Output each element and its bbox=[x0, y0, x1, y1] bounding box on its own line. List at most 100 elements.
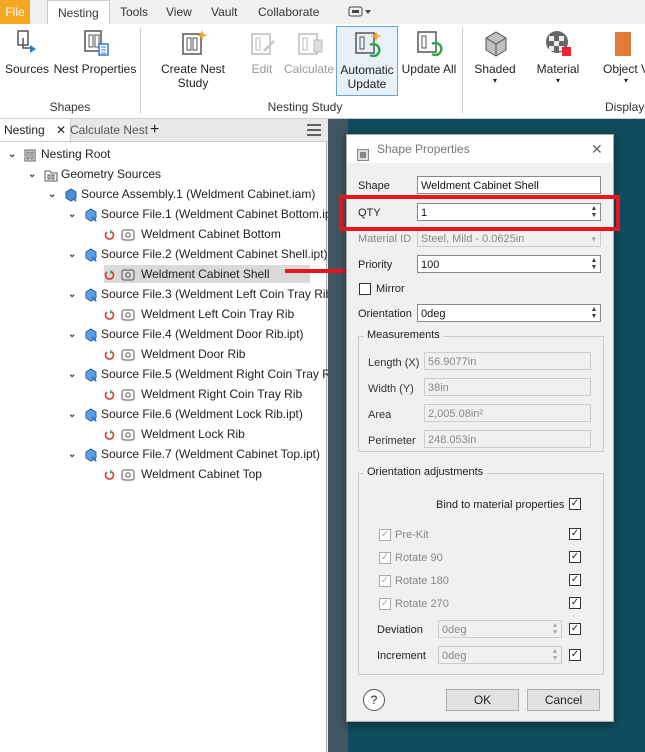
tab-nesting[interactable]: Nesting bbox=[47, 0, 110, 25]
tree-node-label: Weldment Right Coin Tray Rib bbox=[141, 387, 303, 401]
tree-node-shape[interactable]: Weldment Left Coin Tray Rib bbox=[104, 305, 294, 323]
qty-highlight-box bbox=[339, 195, 620, 231]
orientation-input[interactable]: 0deg ▲ ▼ bbox=[417, 304, 601, 322]
chevron-expanded-icon[interactable]: ⌄ bbox=[48, 190, 58, 200]
chevron-expanded-icon[interactable]: ⌄ bbox=[68, 410, 78, 420]
shaded-button[interactable]: Shaded ▾ bbox=[470, 28, 520, 85]
tree-node-source-file[interactable]: Source File.4 (Weldment Door Rib.ipt) bbox=[84, 325, 304, 343]
spinner-icon[interactable]: ▲ ▼ bbox=[589, 306, 599, 320]
shape-icon bbox=[104, 228, 138, 242]
priority-input[interactable]: 100 ▲ ▼ bbox=[417, 255, 601, 273]
chevron-expanded-icon[interactable]: ⌄ bbox=[28, 170, 38, 180]
deviation-input[interactable]: 0deg ▲ ▼ bbox=[438, 620, 562, 638]
tree-node-nesting-root[interactable]: Nesting Root bbox=[24, 145, 110, 163]
calculate-button[interactable]: Calculate bbox=[282, 28, 336, 76]
increment-bind-checkbox[interactable]: ✓ bbox=[569, 649, 581, 661]
calculate-icon bbox=[294, 28, 324, 58]
rotate90-checkbox[interactable]: ✓ bbox=[379, 552, 391, 564]
deviation-bind-checkbox[interactable]: ✓ bbox=[569, 623, 581, 635]
tree-node-shape[interactable]: Weldment Door Rib bbox=[104, 345, 245, 363]
tree-node-source-file[interactable]: Source File.2 (Weldment Cabinet Shell.ip… bbox=[84, 245, 328, 263]
tree-node-shape[interactable]: Weldment Right Coin Tray Rib bbox=[104, 385, 302, 403]
tree-node-label: Nesting Root bbox=[41, 147, 111, 161]
update-all-button[interactable]: Update All bbox=[399, 28, 459, 76]
spinner-icon[interactable]: ▲ ▼ bbox=[589, 257, 599, 271]
shape-label: Shape bbox=[358, 180, 390, 192]
node-icon bbox=[84, 288, 98, 302]
tab-view[interactable]: View bbox=[156, 0, 202, 24]
automatic-update-button[interactable]: Automatic Update bbox=[336, 26, 398, 96]
chevron-expanded-icon[interactable]: ⌄ bbox=[68, 210, 78, 220]
chevron-down-icon: ▾ bbox=[555, 76, 560, 85]
rotate270-checkbox[interactable]: ✓ bbox=[379, 598, 391, 610]
cancel-button[interactable]: Cancel bbox=[527, 689, 600, 711]
tree-node-shape[interactable]: Weldment Cabinet Shell bbox=[104, 265, 310, 283]
tree-node-source-file[interactable]: Source File.5 (Weldment Right Coin Tray … bbox=[84, 365, 353, 383]
mirror-checkbox[interactable] bbox=[359, 283, 371, 295]
edit-label: Edit bbox=[251, 62, 273, 76]
automatic-update-label: Automatic Update bbox=[340, 63, 394, 91]
tab-vault[interactable]: Vault bbox=[201, 0, 247, 24]
close-icon[interactable]: ✕ bbox=[591, 135, 603, 163]
sources-button[interactable]: Sources bbox=[4, 28, 50, 76]
prekit-bind-checkbox[interactable]: ✓ bbox=[569, 528, 581, 540]
orientation-adjustments-legend: Orientation adjustments bbox=[364, 466, 487, 478]
prekit-checkbox[interactable]: ✓ bbox=[379, 529, 391, 541]
create-nest-study-label: Create Nest Study bbox=[160, 62, 226, 90]
chevron-expanded-icon[interactable]: ⌄ bbox=[68, 290, 78, 300]
tree-node-shape[interactable]: Weldment Cabinet Bottom bbox=[104, 225, 281, 243]
rotate180-checkbox[interactable]: ✓ bbox=[379, 575, 391, 587]
tree-node-label: Source File.2 (Weldment Cabinet Shell.ip… bbox=[101, 247, 328, 261]
increment-label: Increment bbox=[377, 650, 426, 662]
create-nest-study-button[interactable]: Create Nest Study bbox=[144, 28, 242, 90]
tree-node-source-file[interactable]: Source File.3 (Weldment Left Coin Tray R… bbox=[84, 285, 352, 303]
tree-node-source-assembly[interactable]: Source Assembly.1 (Weldment Cabinet.iam) bbox=[64, 185, 315, 203]
spinner-icon[interactable]: ▲ ▼ bbox=[550, 648, 560, 662]
help-button[interactable]: ? bbox=[363, 689, 385, 711]
tree-node-source-file[interactable]: Source File.1 (Weldment Cabinet Bottom.i… bbox=[84, 205, 339, 223]
edit-button[interactable]: Edit bbox=[244, 28, 280, 76]
ribbon-separator bbox=[140, 28, 141, 114]
tree-node-shape[interactable]: Weldment Lock Rib bbox=[104, 425, 245, 443]
chevron-expanded-icon[interactable]: ⌄ bbox=[8, 150, 18, 160]
perimeter-label: Perimeter bbox=[368, 435, 416, 447]
nest-properties-button[interactable]: Nest Properties bbox=[52, 28, 138, 76]
tree-node-geometry-sources[interactable]: Geometry Sources bbox=[44, 165, 161, 183]
ok-button[interactable]: OK bbox=[446, 689, 519, 711]
rotate180-bind-checkbox[interactable]: ✓ bbox=[569, 574, 581, 586]
bind-material-checkbox[interactable]: ✓ bbox=[569, 498, 581, 510]
tab-nesting-browser[interactable]: Nesting ✕ bbox=[0, 119, 72, 141]
shape-field[interactable]: Weldment Cabinet Shell bbox=[417, 176, 601, 194]
sources-icon bbox=[12, 28, 42, 58]
chevron-expanded-icon[interactable]: ⌄ bbox=[68, 330, 78, 340]
increment-input[interactable]: 0deg ▲ ▼ bbox=[438, 646, 562, 664]
increment-value: 0deg bbox=[442, 650, 467, 662]
tab-calculate-nest[interactable]: Calculate Nest bbox=[66, 119, 152, 141]
file-menu[interactable]: File bbox=[0, 0, 30, 24]
object-visibility-button[interactable]: Object V ▾ bbox=[596, 28, 645, 85]
rotate270-bind-checkbox[interactable]: ✓ bbox=[569, 597, 581, 609]
chevron-down-icon: ▾ bbox=[591, 234, 596, 244]
shape-icon bbox=[104, 468, 138, 482]
material-button[interactable]: Material ▾ bbox=[532, 28, 584, 85]
tree-node-source-file[interactable]: Source File.6 (Weldment Lock Rib.ipt) bbox=[84, 405, 303, 423]
hamburger-icon[interactable] bbox=[307, 124, 321, 136]
width-label: Width (Y) bbox=[368, 383, 414, 395]
material-id-select[interactable]: Steel, Mild - 0.0625in ▾ bbox=[417, 229, 601, 247]
quick-access-dropdown-icon[interactable] bbox=[348, 6, 372, 18]
tree-node-shape[interactable]: Weldment Cabinet Top bbox=[104, 465, 262, 483]
spinner-icon[interactable]: ▲ ▼ bbox=[550, 622, 560, 636]
rotate90-bind-checkbox[interactable]: ✓ bbox=[569, 551, 581, 563]
group-label-nesting-study: Nesting Study bbox=[267, 100, 343, 114]
tree-node-source-file[interactable]: Source File.7 (Weldment Cabinet Top.ipt) bbox=[84, 445, 320, 463]
tab-collaborate[interactable]: Collaborate bbox=[248, 0, 329, 24]
node-icon bbox=[84, 208, 98, 222]
chevron-expanded-icon[interactable]: ⌄ bbox=[68, 370, 78, 380]
chevron-expanded-icon[interactable]: ⌄ bbox=[68, 250, 78, 260]
tab-tools[interactable]: Tools bbox=[110, 0, 158, 24]
automatic-update-icon bbox=[352, 29, 382, 59]
add-tab-button[interactable]: + bbox=[146, 119, 163, 141]
chevron-expanded-icon[interactable]: ⌄ bbox=[68, 450, 78, 460]
rotate180-label: Rotate 180 bbox=[395, 575, 449, 587]
close-icon[interactable]: ✕ bbox=[56, 123, 66, 137]
